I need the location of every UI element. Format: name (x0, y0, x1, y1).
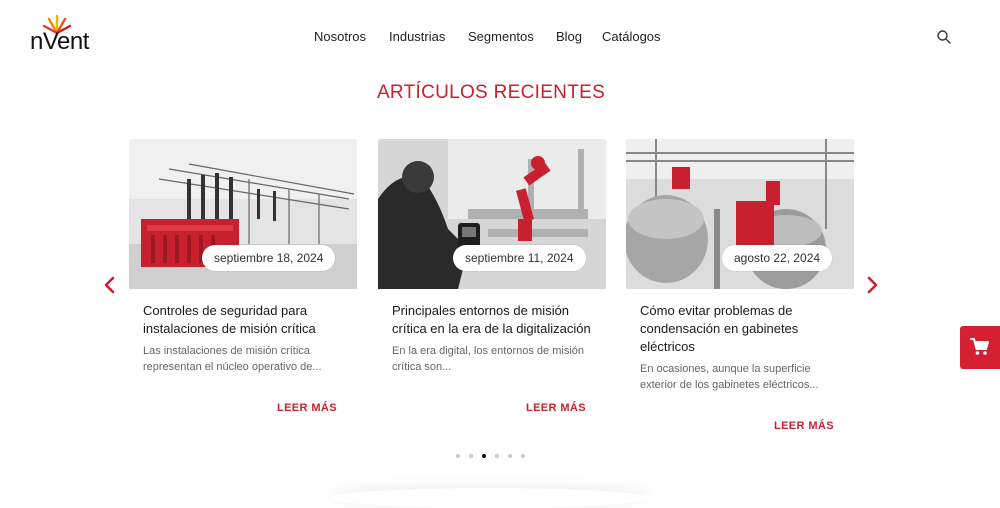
main-nav: Nosotros Industrias Segmentos Blog Catál… (0, 29, 1000, 45)
article-card: septiembre 18, 2024 Controles de segurid… (129, 139, 357, 439)
nav-item-catalogos[interactable]: Catálogos (602, 29, 661, 44)
carousel-dot[interactable] (469, 454, 473, 458)
carousel-dot[interactable] (495, 454, 499, 458)
carousel-dot[interactable] (521, 454, 525, 458)
read-more-link[interactable]: LEER MÁS (526, 402, 586, 414)
nav-item-segmentos[interactable]: Segmentos (468, 29, 534, 44)
article-excerpt: Las instalaciones de misión crítica repr… (143, 345, 322, 373)
article-excerpt: En ocasiones, aunque la superficie exter… (640, 363, 819, 391)
nav-item-nosotros[interactable]: Nosotros (314, 29, 366, 44)
article-card: agosto 22, 2024 Cómo evitar problemas de… (626, 139, 854, 439)
article-card: septiembre 11, 2024 Principales entornos… (378, 139, 606, 439)
chevron-right-icon[interactable] (864, 275, 880, 295)
carousel-dot[interactable] (456, 454, 460, 458)
article-date: septiembre 18, 2024 (202, 245, 336, 271)
read-more-link[interactable]: LEER MÁS (774, 420, 834, 432)
carousel-dot[interactable] (482, 454, 486, 458)
read-more-link[interactable]: LEER MÁS (277, 402, 337, 414)
section-title: ARTÍCULOS RECIENTES (376, 82, 606, 103)
shopping-cart-icon (970, 338, 989, 355)
nav-item-blog[interactable]: Blog (556, 29, 582, 44)
chevron-left-icon[interactable] (102, 275, 118, 295)
article-title[interactable]: Principales entornos de misión crítica e… (392, 302, 592, 338)
carousel-dot[interactable] (508, 454, 512, 458)
cart-button[interactable] (960, 326, 1000, 369)
search-icon[interactable] (936, 29, 952, 45)
article-title[interactable]: Cómo evitar problemas de condensación en… (640, 302, 840, 356)
article-title[interactable]: Controles de seguridad para instalacione… (143, 302, 343, 338)
article-excerpt: En la era digital, los entornos de misió… (392, 345, 584, 373)
article-date: septiembre 11, 2024 (453, 245, 586, 271)
nav-item-industrias[interactable]: Industrias (389, 29, 445, 44)
article-date: agosto 22, 2024 (722, 245, 833, 271)
bottom-shadow (330, 488, 650, 508)
